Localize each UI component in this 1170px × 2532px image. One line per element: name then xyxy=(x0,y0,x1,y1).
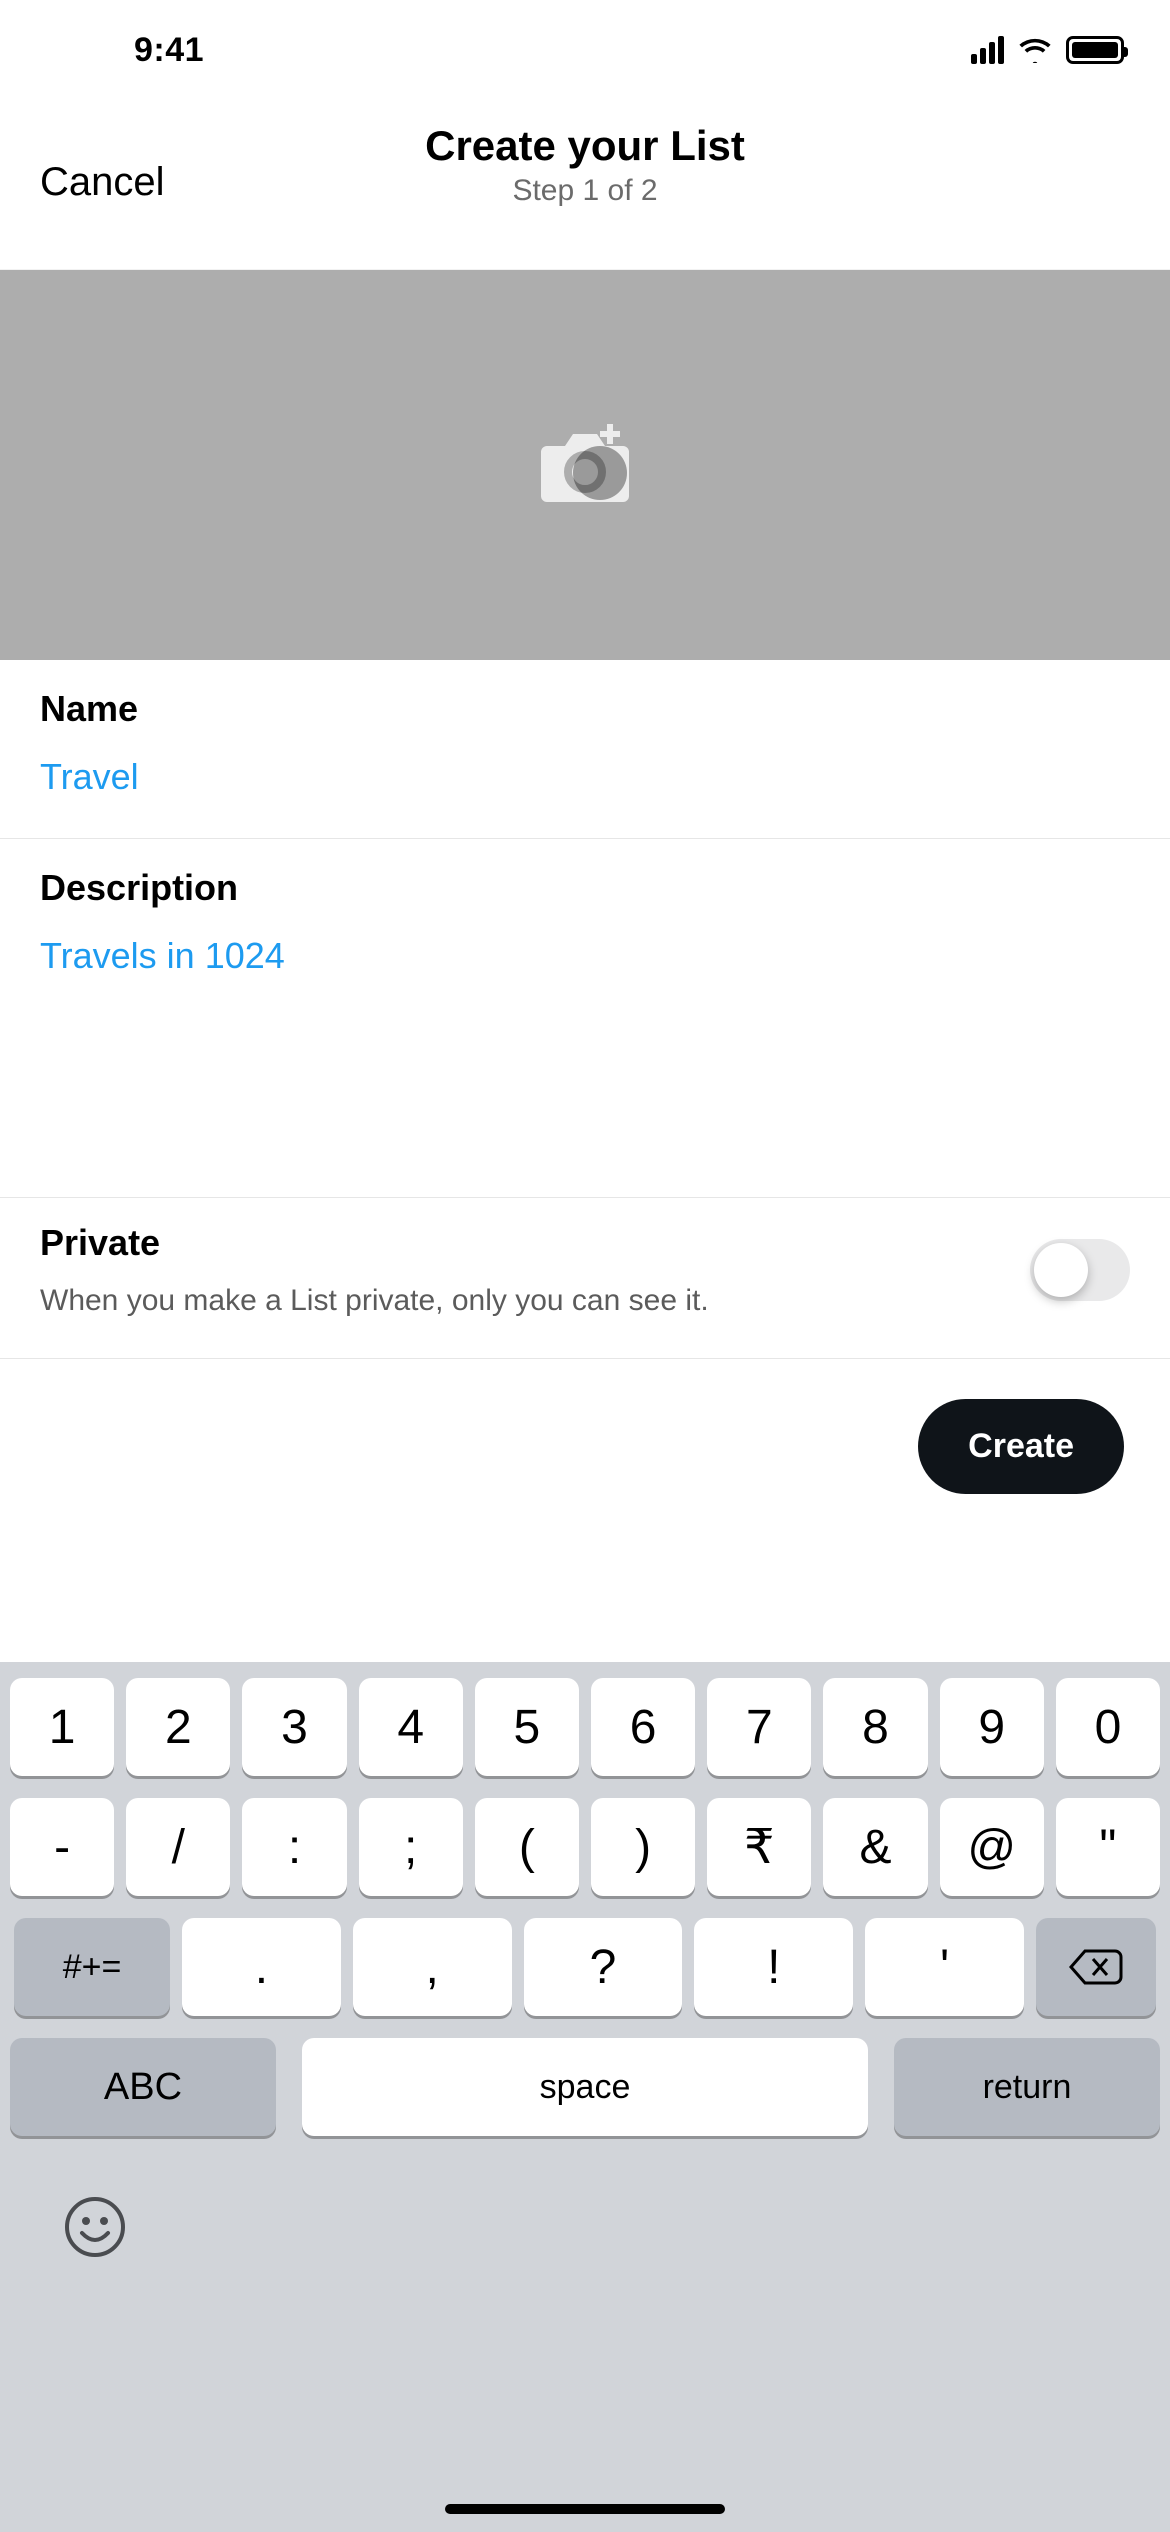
keyboard-row-2: - / : ; ( ) ₹ & @ " xyxy=(10,1798,1160,1896)
key-5[interactable]: 5 xyxy=(475,1678,579,1776)
status-indicators xyxy=(971,36,1124,64)
emoji-button[interactable] xyxy=(64,2196,126,2263)
key-apostrophe[interactable]: ' xyxy=(865,1918,1024,2016)
key-question[interactable]: ? xyxy=(524,1918,683,2016)
key-dash[interactable]: - xyxy=(10,1798,114,1896)
key-8[interactable]: 8 xyxy=(823,1678,927,1776)
key-close-paren[interactable]: ) xyxy=(591,1798,695,1896)
key-quote[interactable]: " xyxy=(1056,1798,1160,1896)
key-2[interactable]: 2 xyxy=(126,1678,230,1776)
step-indicator: Step 1 of 2 xyxy=(0,174,1170,208)
private-title: Private xyxy=(40,1222,1000,1264)
key-6[interactable]: 6 xyxy=(591,1678,695,1776)
description-input[interactable] xyxy=(40,935,1130,977)
name-label: Name xyxy=(40,688,1130,730)
cancel-button[interactable]: Cancel xyxy=(40,160,165,205)
cellular-signal-icon xyxy=(971,36,1004,64)
key-comma[interactable]: , xyxy=(353,1918,512,2016)
key-semicolon[interactable]: ; xyxy=(359,1798,463,1896)
key-at[interactable]: @ xyxy=(940,1798,1044,1896)
backspace-icon xyxy=(1069,1947,1123,1987)
keyboard-row-3: #+= . , ? ! ' xyxy=(10,1918,1160,2016)
key-space[interactable]: space xyxy=(302,2038,868,2136)
name-input[interactable] xyxy=(40,756,1130,798)
key-slash[interactable]: / xyxy=(126,1798,230,1896)
description-label: Description xyxy=(40,867,1130,909)
keyboard-row-4: ABC space return xyxy=(10,2038,1160,2136)
key-return[interactable]: return xyxy=(894,2038,1160,2136)
banner-image-picker[interactable] xyxy=(0,270,1170,660)
software-keyboard: 1 2 3 4 5 6 7 8 9 0 - / : ; ( ) ₹ & @ " … xyxy=(0,1662,1170,2532)
keyboard-row-1: 1 2 3 4 5 6 7 8 9 0 xyxy=(10,1678,1160,1776)
key-3[interactable]: 3 xyxy=(242,1678,346,1776)
key-0[interactable]: 0 xyxy=(1056,1678,1160,1776)
create-button[interactable]: Create xyxy=(918,1399,1124,1494)
key-open-paren[interactable]: ( xyxy=(475,1798,579,1896)
key-exclaim[interactable]: ! xyxy=(694,1918,853,2016)
private-description: When you make a List private, only you c… xyxy=(40,1284,1000,1318)
private-toggle[interactable] xyxy=(1030,1239,1130,1301)
key-backspace[interactable] xyxy=(1036,1918,1156,2016)
keyboard-footer xyxy=(10,2158,1160,2263)
wifi-icon xyxy=(1018,37,1052,63)
nav-header: Cancel Create your List Step 1 of 2 xyxy=(0,100,1170,270)
key-colon[interactable]: : xyxy=(242,1798,346,1896)
name-section: Name xyxy=(0,660,1170,839)
key-4[interactable]: 4 xyxy=(359,1678,463,1776)
key-1[interactable]: 1 xyxy=(10,1678,114,1776)
key-ampersand[interactable]: & xyxy=(823,1798,927,1896)
status-bar: 9:41 xyxy=(0,0,1170,100)
key-rupee[interactable]: ₹ xyxy=(707,1798,811,1896)
key-abc[interactable]: ABC xyxy=(10,2038,276,2136)
key-7[interactable]: 7 xyxy=(707,1678,811,1776)
description-section: Description xyxy=(0,839,1170,1198)
status-time: 9:41 xyxy=(134,31,204,70)
key-symbols[interactable]: #+= xyxy=(14,1918,170,2016)
private-row: Private When you make a List private, on… xyxy=(0,1198,1170,1359)
key-9[interactable]: 9 xyxy=(940,1678,1044,1776)
key-period[interactable]: . xyxy=(182,1918,341,2016)
home-indicator[interactable] xyxy=(445,2504,725,2514)
page-title: Create your List xyxy=(0,122,1170,170)
action-bar: Create xyxy=(0,1359,1170,1534)
emoji-icon xyxy=(64,2196,126,2258)
battery-icon xyxy=(1066,36,1124,64)
